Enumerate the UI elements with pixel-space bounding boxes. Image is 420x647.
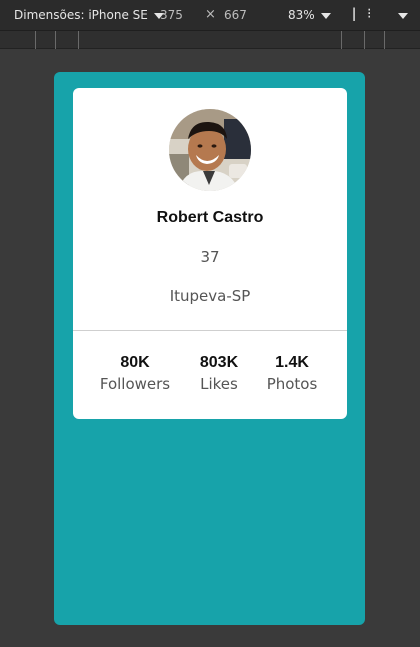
- profile-name: Robert Castro: [156, 209, 264, 226]
- stat-followers: 80K Followers: [93, 353, 177, 394]
- ruler-tick: [35, 31, 36, 49]
- ruler-tick: [78, 31, 79, 49]
- ruler-tick: [384, 31, 385, 49]
- throttle-icon[interactable]: ǀ: [352, 6, 356, 22]
- media-query-ruler: [0, 31, 420, 49]
- avatar: [169, 109, 251, 191]
- stat-likes: 803K Likes: [191, 353, 247, 394]
- chevron-down-icon: [320, 12, 331, 19]
- times-icon: ×: [205, 7, 216, 22]
- stat-value: 80K: [120, 354, 150, 371]
- ruler-tick: [364, 31, 365, 49]
- height-input[interactable]: 667: [224, 8, 247, 22]
- profile-city: Itupeva-SP: [169, 287, 251, 305]
- more-options-icon[interactable]: ⁝: [367, 6, 371, 22]
- stat-value: 1.4K: [275, 354, 309, 371]
- devtools-device-toolbar: Dimensões: iPhone SE 375 × 667 83% ǀ ⁝: [0, 0, 420, 31]
- stat-value: 803K: [199, 354, 239, 371]
- ruler-tick: [55, 31, 56, 49]
- profile-age: 37: [200, 248, 220, 266]
- toolbar-menu-button[interactable]: [392, 8, 408, 22]
- zoom-select[interactable]: 83%: [288, 8, 331, 22]
- ruler-tick: [341, 31, 342, 49]
- profile-photo-icon: [169, 109, 251, 191]
- stat-label: Likes: [200, 375, 238, 393]
- chevron-down-icon: [398, 12, 408, 19]
- profile-stats: 80K Followers 803K Likes 1.4K Photos: [73, 353, 347, 397]
- stat-label: Followers: [99, 375, 171, 393]
- width-input[interactable]: 375: [160, 8, 183, 22]
- zoom-label: 83%: [288, 8, 315, 22]
- device-select-label: Dimensões: iPhone SE: [14, 8, 148, 22]
- device-viewport: Robert Castro 37 Itupeva-SP 80K Follower…: [54, 72, 365, 625]
- divider: [73, 330, 347, 331]
- stat-photos: 1.4K Photos: [259, 353, 325, 394]
- device-select[interactable]: Dimensões: iPhone SE: [14, 8, 164, 22]
- profile-card: Robert Castro 37 Itupeva-SP 80K Follower…: [73, 88, 347, 419]
- stat-label: Photos: [266, 375, 318, 393]
